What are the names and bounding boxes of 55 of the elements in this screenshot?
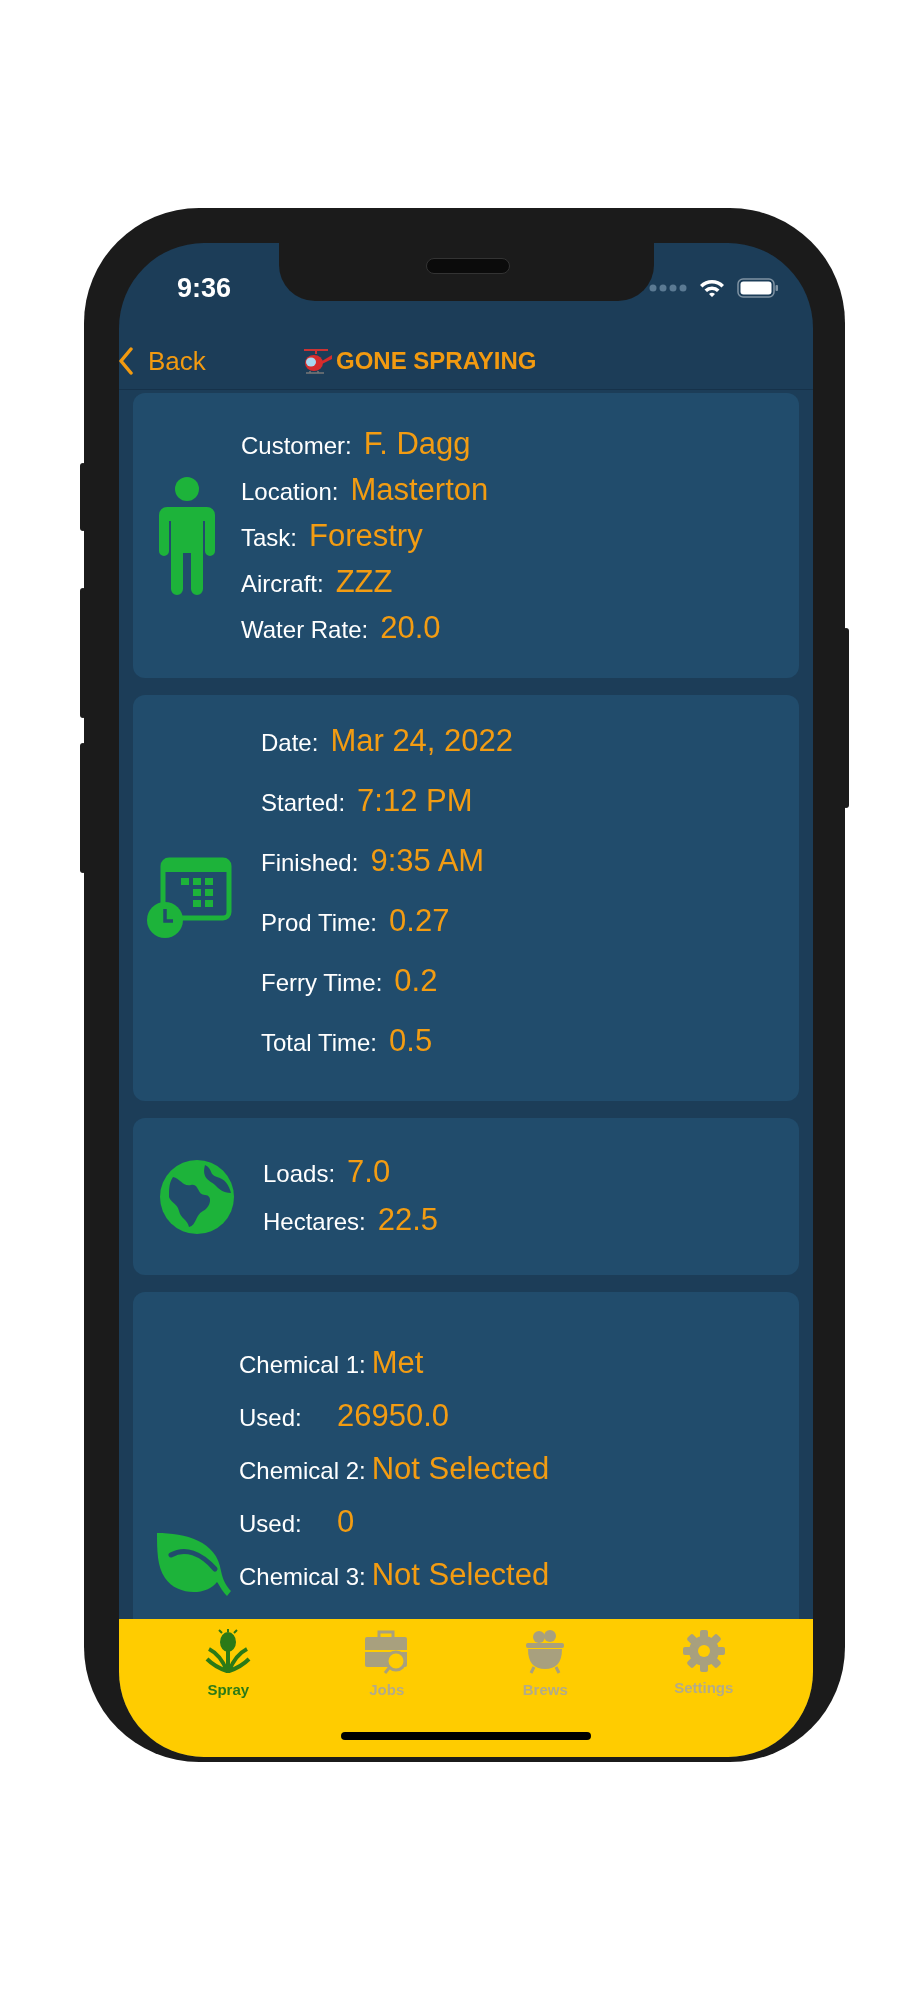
field-label: Chemical 2: xyxy=(239,1456,366,1486)
field-value: Forestry xyxy=(309,516,423,555)
field-label: Date: xyxy=(261,728,319,758)
field-label: Total Time: xyxy=(261,1028,378,1058)
calendar-clock-icon xyxy=(147,856,233,940)
field-value: Met xyxy=(371,1344,424,1382)
field-value: Not Selected xyxy=(371,1556,550,1594)
field-label: Used: xyxy=(239,1403,303,1433)
back-button[interactable]: Back xyxy=(119,341,206,381)
settings-icon xyxy=(681,1629,726,1673)
chevron-left-icon xyxy=(119,347,134,375)
field-label: Chemical 3: xyxy=(239,1562,366,1592)
helicopter-icon xyxy=(302,346,334,376)
tab-item[interactable]: Brews xyxy=(466,1629,625,1702)
field-label: Aircraft: xyxy=(241,568,324,599)
field-label: Customer: xyxy=(241,430,352,461)
status-time: 9:36 xyxy=(177,271,232,305)
field-label: Started: xyxy=(261,788,346,818)
field-label: Used: xyxy=(239,1509,303,1539)
field-value: 26950.0 xyxy=(337,1397,450,1435)
field-value: 9:35 AM xyxy=(370,842,485,880)
field-value: Masterton xyxy=(350,470,489,509)
leaf-icon xyxy=(155,1531,233,1597)
field-label: Location: xyxy=(241,476,339,507)
field-value: 22.5 xyxy=(377,1200,439,1239)
globe-icon xyxy=(159,1158,235,1235)
field-value: 0.5 xyxy=(389,1022,433,1060)
field-label: Chemical 1: xyxy=(239,1350,366,1380)
battery-icon xyxy=(737,278,779,298)
app-title: GONE SPRAYING xyxy=(336,346,537,376)
tab-item[interactable]: Jobs xyxy=(307,1629,466,1702)
tab-item[interactable]: Spray xyxy=(149,1629,308,1702)
field-value: F. Dagg xyxy=(363,424,471,463)
field-value: 20.0 xyxy=(380,608,441,647)
field-label: Task: xyxy=(241,522,297,553)
field-label: Prod Time: xyxy=(261,908,378,938)
field-value: Not Selected xyxy=(371,1450,550,1488)
tab-item[interactable]: Settings xyxy=(624,1629,783,1700)
wifi-icon xyxy=(699,278,725,298)
field-label: Water Rate: xyxy=(241,614,369,645)
signal-icon xyxy=(649,284,687,292)
field-value: 0 xyxy=(337,1503,355,1541)
field-label: Loads: xyxy=(263,1158,336,1189)
field-value: ZZZ xyxy=(335,562,393,601)
field-label: Finished: xyxy=(261,848,359,878)
field-label: Ferry Time: xyxy=(261,968,383,998)
briefcase-search-icon xyxy=(363,1629,410,1675)
field-value: 7.0 xyxy=(347,1152,391,1191)
field-value: 0.2 xyxy=(394,962,438,1000)
person-icon xyxy=(159,476,215,595)
field-label: Hectares: xyxy=(263,1206,366,1237)
field-value: Mar 24, 2022 xyxy=(330,722,514,760)
field-value: 7:12 PM xyxy=(357,782,473,820)
field-value: 0.27 xyxy=(389,902,450,940)
thistle-icon xyxy=(205,1629,252,1675)
